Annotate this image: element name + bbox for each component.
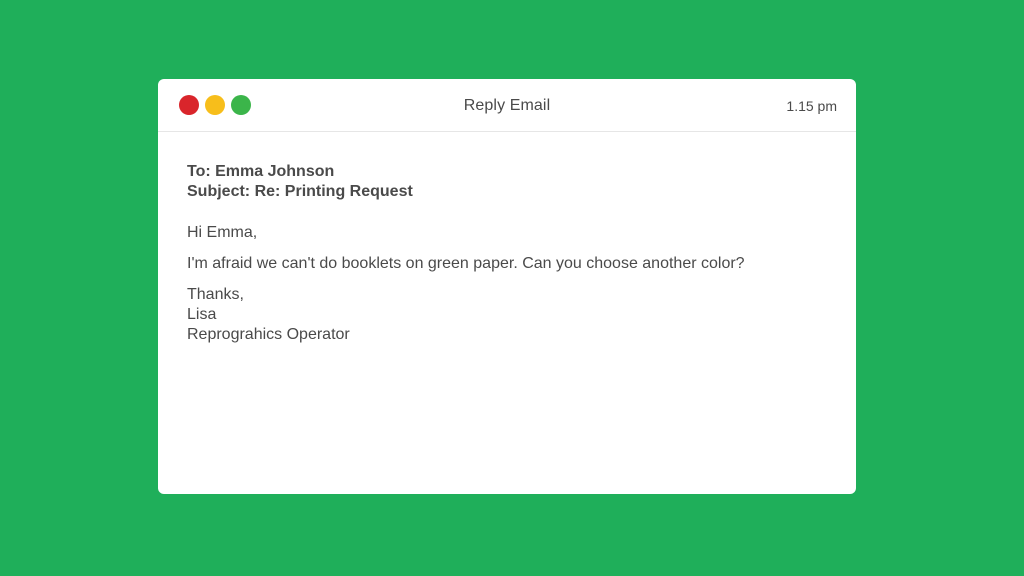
time-label: 1.15 pm	[786, 98, 837, 114]
sender-role: Reprograhics Operator	[187, 326, 350, 343]
email-window: Reply Email 1.15 pm To: Emma Johnson Sub…	[158, 79, 856, 494]
signoff-text: Thanks,	[187, 286, 244, 303]
window-title: Reply Email	[463, 97, 551, 114]
subject-line: Subject: Re: Printing Request	[187, 183, 413, 200]
recipient-line: To: Emma Johnson	[187, 163, 335, 180]
title-bar: Reply Email 1.15 pm	[158, 79, 856, 132]
greeting-text: Hi Emma,	[187, 224, 258, 241]
email-content: To: Emma Johnson Subject: Re: Printing R…	[158, 132, 856, 345]
message-body: I'm afraid we can't do booklets on green…	[187, 255, 745, 272]
sender-name: Lisa	[187, 306, 217, 323]
